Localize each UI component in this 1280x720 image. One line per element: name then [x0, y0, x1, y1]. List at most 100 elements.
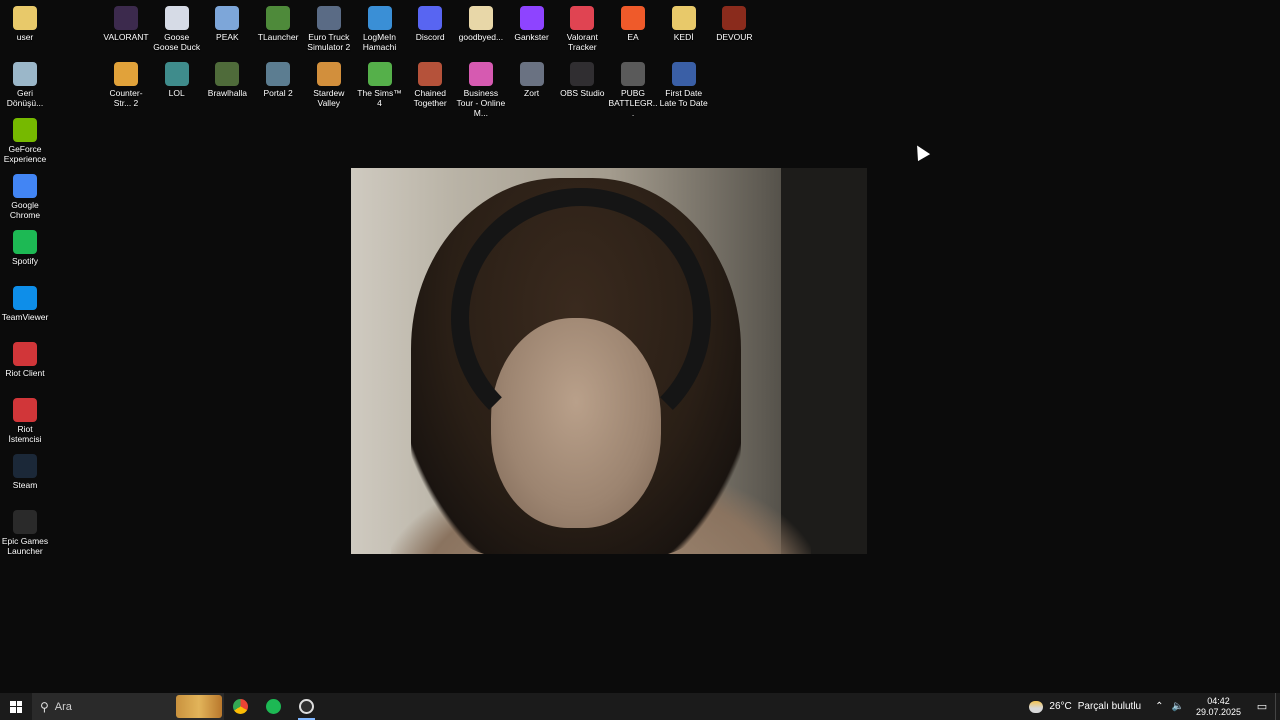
- desktop-icon-label: TeamViewer: [1, 312, 49, 322]
- desktop-icon-label: goodbyed...: [458, 32, 504, 42]
- taskbar-spotify-button[interactable]: [257, 693, 290, 720]
- stardew-icon: [316, 62, 341, 86]
- clock-date: 29.07.2025: [1195, 706, 1241, 717]
- taskbar-obs-button[interactable]: [290, 693, 323, 720]
- search-placeholder: Ara: [54, 700, 72, 713]
- desktop-icon[interactable]: Chained Together: [405, 58, 455, 108]
- chevron-up-icon[interactable]: ⌃: [1155, 701, 1163, 712]
- desktop-icon-label: Geri Dönüşü...: [6, 88, 44, 108]
- desktop-icon[interactable]: LogMeIn Hamachi: [355, 2, 405, 52]
- desktop-icon[interactable]: The Sims™ 4: [355, 58, 405, 108]
- desktop-icon[interactable]: Valorant Tracker: [557, 2, 607, 52]
- folder-icon: [671, 6, 696, 30]
- volume-icon[interactable]: 🔈: [1172, 701, 1184, 712]
- desktop-icon[interactable]: Euro Truck Simulator 2: [304, 2, 354, 52]
- desktop-icon[interactable]: Epic Games Launcher: [0, 506, 50, 556]
- search-icon: ⚲: [40, 699, 49, 714]
- desktop-icon[interactable]: Spotify: [0, 226, 50, 266]
- obs-icon: [570, 62, 595, 86]
- taskbar: ⚲ Ara 26°C Parçalı bulutlu ⌃ 🔈 04:42 29.…: [0, 693, 1280, 720]
- weather-temperature[interactable]: 26°C: [1049, 701, 1071, 712]
- desktop-icon[interactable]: EA: [608, 2, 658, 42]
- desktop-icon[interactable]: LOL: [152, 58, 202, 98]
- portal-icon: [266, 62, 291, 86]
- tracker-icon: [570, 6, 595, 30]
- desktop-icon[interactable]: Portal 2: [253, 58, 303, 98]
- desktop-icon-label: Brawlhalla: [207, 88, 247, 98]
- riot-icon: [13, 398, 37, 422]
- cs2-icon: [114, 62, 138, 86]
- file-icon: [468, 6, 493, 30]
- windows-logo-icon: [10, 700, 22, 713]
- desktop-icon[interactable]: TLauncher: [253, 2, 303, 42]
- desktop-icon[interactable]: Discord: [405, 2, 455, 42]
- desktop-icon[interactable]: PEAK: [202, 2, 252, 42]
- desktop-icon-label: Gankster: [514, 32, 549, 42]
- desktop-icon[interactable]: Riot Client: [0, 338, 50, 378]
- desktop-icon[interactable]: TeamViewer: [0, 282, 50, 322]
- desktop-icon-label: Riot İstemcisi: [8, 424, 42, 444]
- weather-condition[interactable]: Parçalı bulutlu: [1078, 701, 1141, 712]
- desktop-icon[interactable]: Goose Goose Duck: [152, 2, 202, 52]
- riot-icon: [13, 342, 37, 366]
- desktop-icon[interactable]: Counter-Str... 2: [101, 58, 151, 108]
- desktop-icon[interactable]: goodbyed...: [456, 2, 506, 42]
- desktop-icon[interactable]: Brawlhalla: [202, 58, 252, 98]
- desktop-icon-label: First Date Late To Date: [659, 88, 708, 108]
- chained-icon: [418, 62, 443, 86]
- business-tour-icon: [468, 62, 493, 86]
- desktop-icon[interactable]: First Date Late To Date: [659, 58, 709, 108]
- desktop-icon-label: LOL: [168, 88, 185, 98]
- taskbar-chrome-button[interactable]: [224, 693, 257, 720]
- system-tray: 26°C Parçalı bulutlu ⌃ 🔈 04:42 29.07.202…: [1029, 693, 1280, 720]
- desktop-icon-label: Riot Client: [5, 368, 45, 378]
- weather-icon[interactable]: [1029, 700, 1044, 713]
- desktop-icon[interactable]: user: [0, 2, 50, 42]
- desktop-icon[interactable]: DEVOUR: [709, 2, 759, 42]
- search-highlight-image[interactable]: [176, 695, 222, 718]
- clock[interactable]: 04:42 29.07.2025: [1196, 696, 1241, 718]
- desktop-icon-label: Zort: [524, 88, 540, 98]
- desktop-icon[interactable]: Zort: [507, 58, 557, 98]
- desktop-icon-label: Euro Truck Simulator 2: [307, 32, 351, 52]
- desktop-icon[interactable]: Gankster: [507, 2, 557, 42]
- chrome-icon: [233, 699, 248, 714]
- teamviewer-icon: [13, 286, 37, 310]
- desktop-icon-label: Google Chrome: [9, 200, 41, 220]
- brawlhalla-icon: [215, 62, 240, 86]
- desktop-icon[interactable]: PUBG BATTLEGR...: [608, 58, 658, 118]
- first-date-icon: [671, 62, 696, 86]
- pubg-icon: [621, 62, 645, 86]
- desktop-icon[interactable]: OBS Studio: [557, 58, 607, 98]
- desktop-icon-label: LogMeIn Hamachi: [362, 32, 397, 52]
- desktop-icon[interactable]: Riot İstemcisi: [0, 394, 50, 444]
- desktop-icon[interactable]: Stardew Valley: [304, 58, 354, 108]
- webcam-preview[interactable]: [351, 168, 867, 554]
- goose-icon: [164, 6, 189, 30]
- desktop-icon-label: PUBG BATTLEGR...: [608, 88, 658, 118]
- desktop-icon-label: GeForce Experience: [3, 144, 47, 164]
- desktop-icon-label: EA: [627, 32, 639, 42]
- desktop-icon[interactable]: VALORANT: [101, 2, 151, 42]
- desktop-icon[interactable]: Geri Dönüşü...: [0, 58, 50, 108]
- desktop-icon[interactable]: Business Tour - Online M...: [456, 58, 506, 118]
- desktop-icon[interactable]: Steam: [0, 450, 50, 490]
- start-button[interactable]: [0, 693, 32, 720]
- desktop-icon-label: TLauncher: [257, 32, 299, 42]
- desktop-icon-label: The Sims™ 4: [357, 88, 402, 108]
- taskbar-search-box[interactable]: ⚲ Ara: [32, 693, 224, 720]
- lol-icon: [164, 62, 189, 86]
- desktop-icon[interactable]: KEDİ: [659, 2, 709, 42]
- notification-center-icon[interactable]: ▭: [1249, 693, 1275, 720]
- valorant-icon: [114, 6, 138, 30]
- desktop-icon-label: Chained Together: [413, 88, 447, 108]
- desktop-icon-label: user: [16, 32, 34, 42]
- tlauncher-icon: [266, 6, 291, 30]
- headset: [451, 188, 711, 448]
- desktop-icon-label: DEVOUR: [716, 32, 753, 42]
- desktop-icon-label: Spotify: [12, 256, 38, 266]
- desktop-icon[interactable]: Google Chrome: [0, 170, 50, 220]
- show-desktop-button[interactable]: [1275, 693, 1280, 720]
- desktop-icon[interactable]: GeForce Experience: [0, 114, 50, 164]
- spotify-icon: [266, 699, 281, 714]
